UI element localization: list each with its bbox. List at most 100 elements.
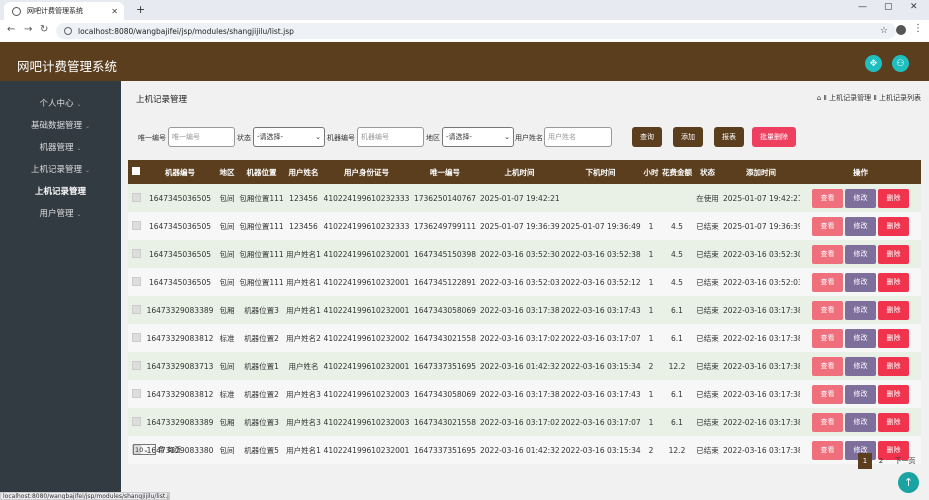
view-button[interactable]: 查看 xyxy=(812,356,843,376)
maximize-icon[interactable]: ▢ xyxy=(884,2,893,12)
delete-button[interactable]: 删除 xyxy=(878,384,909,404)
table-cell: 包厢位置111 xyxy=(238,212,285,240)
view-button[interactable]: 查看 xyxy=(812,384,843,404)
table-cell: 1647345036505 xyxy=(144,212,216,240)
browser-tab-bar: 网吧计费管理系统 ✕ + — ▢ ✕ xyxy=(0,0,929,20)
table-cell: 2022-03-16 03:17:02 xyxy=(479,408,560,436)
machine-id-input[interactable]: 机器编号 xyxy=(357,127,424,147)
delete-button[interactable]: 删除 xyxy=(878,244,909,264)
view-button[interactable]: 查看 xyxy=(812,412,843,432)
add-button[interactable]: 添加 xyxy=(673,127,703,147)
page-2-button[interactable]: 2 xyxy=(874,453,888,469)
sidebar-item-users[interactable]: 用户管理 ⌄ xyxy=(0,207,121,219)
delete-button[interactable]: 删除 xyxy=(878,188,909,208)
page-1-button[interactable]: 1 xyxy=(858,453,872,469)
edit-button[interactable]: 修改 xyxy=(845,384,876,404)
delete-button[interactable]: 删除 xyxy=(878,216,909,236)
forward-icon[interactable]: → xyxy=(24,24,32,35)
delete-button[interactable]: 删除 xyxy=(878,356,909,376)
edit-button[interactable]: 修改 xyxy=(845,244,876,264)
table-cell: 2022-02-16 03:17:38 xyxy=(722,324,800,352)
row-checkbox[interactable] xyxy=(128,184,144,212)
delete-button[interactable]: 删除 xyxy=(878,272,909,292)
region-select[interactable]: -请选择- ⌄ xyxy=(442,127,514,147)
table-cell: 6.1 xyxy=(661,408,693,436)
table-cell: 2022-03-16 03:52:03 xyxy=(479,268,560,296)
edit-button[interactable]: 修改 xyxy=(845,328,876,348)
page-size-select[interactable]: 10 ⌄ xyxy=(133,444,156,455)
browser-menu-icon[interactable]: ⋮ xyxy=(913,23,923,34)
breadcrumb-item[interactable]: 上机记录管理 xyxy=(829,94,871,102)
sidebar-item-base-data[interactable]: 基础数据管理 ⌄ xyxy=(0,119,121,131)
table-cell: 已结束 xyxy=(693,436,722,464)
table-cell: 410224199610232333 xyxy=(322,184,411,212)
table-cell: 2022-03-16 03:17:38 xyxy=(722,352,800,380)
sidebar-subitem-session-records[interactable]: 上机记录管理 xyxy=(0,185,121,197)
report-button[interactable]: 报表 xyxy=(714,127,744,147)
view-button[interactable]: 查看 xyxy=(812,188,843,208)
row-checkbox[interactable] xyxy=(128,268,144,296)
table-row: 16473329083389 包厢 机器位置3 用户姓名3 41022419961023… xyxy=(128,408,921,436)
profile-icon[interactable] xyxy=(896,25,906,35)
user-name-input[interactable]: 用户姓名 xyxy=(544,127,612,147)
bookmark-star-icon[interactable]: ☆ xyxy=(880,26,888,36)
address-bar[interactable]: localhost:8080/wangbajifei/jsp/modules/s… xyxy=(56,23,896,39)
delete-button[interactable]: 删除 xyxy=(878,328,909,348)
site-info-icon[interactable] xyxy=(64,27,72,35)
table-cell: 包间 xyxy=(216,268,238,296)
new-tab-icon[interactable]: + xyxy=(136,3,145,16)
row-checkbox[interactable] xyxy=(128,408,144,436)
row-checkbox[interactable] xyxy=(128,352,144,380)
row-checkbox[interactable] xyxy=(128,212,144,240)
table-cell: 12.2 xyxy=(661,436,693,464)
breadcrumb-item: 上机记录列表 xyxy=(879,94,921,102)
select-all-checkbox[interactable] xyxy=(128,160,144,184)
page-size-value: 10 xyxy=(135,445,144,454)
unique-id-input[interactable]: 唯一编号 xyxy=(168,127,235,147)
edit-button[interactable]: 修改 xyxy=(845,188,876,208)
table-cell: 2022-03-16 03:52:03 xyxy=(722,268,800,296)
edit-button[interactable]: 修改 xyxy=(845,412,876,432)
table-cell: 包厢位置111 xyxy=(238,268,285,296)
scroll-to-top-icon[interactable]: ↑ xyxy=(898,472,919,493)
edit-button[interactable]: 修改 xyxy=(845,356,876,376)
browser-tab[interactable]: 网吧计费管理系统 ✕ xyxy=(4,2,124,20)
query-button[interactable]: 查询 xyxy=(632,127,662,147)
sidebar-item-label: 机器管理 xyxy=(39,143,74,153)
view-button[interactable]: 查看 xyxy=(812,300,843,320)
minimize-icon[interactable]: — xyxy=(858,2,867,12)
column-header: 小时 xyxy=(641,160,661,184)
sidebar-item-machines[interactable]: 机器管理 ⌄ xyxy=(0,141,121,153)
table-cell xyxy=(661,184,693,212)
view-button[interactable]: 查看 xyxy=(812,440,843,460)
delete-button[interactable]: 删除 xyxy=(878,300,909,320)
bulk-delete-button[interactable]: 批量删除 xyxy=(752,127,796,147)
edit-button[interactable]: 修改 xyxy=(845,300,876,320)
view-button[interactable]: 查看 xyxy=(812,216,843,236)
table-cell: 机器位置2 xyxy=(238,324,285,352)
table-cell: 已结束 xyxy=(693,408,722,436)
delete-button[interactable]: 删除 xyxy=(878,412,909,432)
back-icon[interactable]: ← xyxy=(7,24,15,35)
row-checkbox[interactable] xyxy=(128,324,144,352)
edit-button[interactable]: 修改 xyxy=(845,272,876,292)
view-button[interactable]: 查看 xyxy=(812,328,843,348)
view-button[interactable]: 查看 xyxy=(812,244,843,264)
fullscreen-icon[interactable]: ✥ xyxy=(865,55,882,72)
row-checkbox[interactable] xyxy=(128,380,144,408)
row-checkbox[interactable] xyxy=(128,240,144,268)
table-cell: 包间 xyxy=(216,184,238,212)
home-icon[interactable]: ⌂ xyxy=(817,94,821,102)
user-icon[interactable]: ⚇ xyxy=(892,55,909,72)
sidebar-item-session-records[interactable]: 上机记录管理 ⌄ xyxy=(0,163,121,175)
close-tab-icon[interactable]: ✕ xyxy=(111,7,118,16)
status-select[interactable]: -请选择- ⌄ xyxy=(253,127,325,147)
table-cell: 2022-03-16 01:42:32 xyxy=(479,436,560,464)
close-window-icon[interactable]: ✕ xyxy=(910,2,918,12)
edit-button[interactable]: 修改 xyxy=(845,216,876,236)
reload-icon[interactable]: ↻ xyxy=(40,24,48,35)
next-page-button[interactable]: 下一页 xyxy=(890,453,920,469)
row-checkbox[interactable] xyxy=(128,296,144,324)
view-button[interactable]: 查看 xyxy=(812,272,843,292)
sidebar-item-personal-center[interactable]: 个人中心 ⌄ xyxy=(0,97,121,109)
